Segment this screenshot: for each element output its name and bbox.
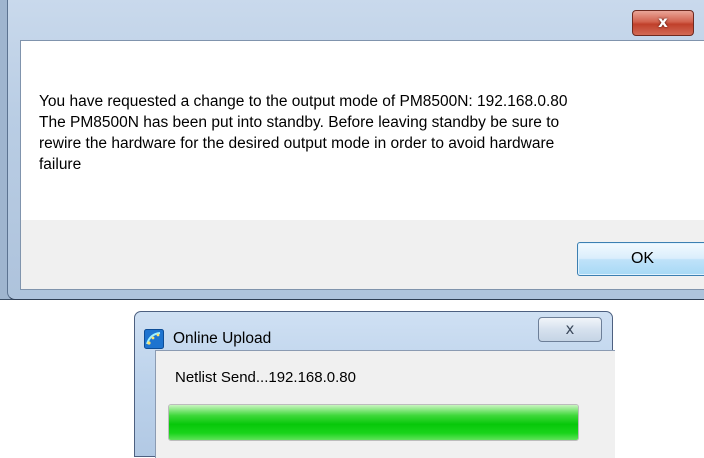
message-line-3: rewire the hardware for the desired outp…: [39, 135, 555, 152]
upload-progress-fill: [169, 405, 578, 440]
dialog-button-bar: OK: [20, 220, 704, 290]
message-line-2: The PM8500N has been put into standby. B…: [39, 114, 560, 131]
dialog-close-button[interactable]: x: [632, 10, 694, 36]
close-icon: x: [658, 13, 668, 31]
app-icon: [144, 329, 164, 349]
upload-window: Online Upload x Netlist Send...192.168.0…: [134, 311, 615, 458]
message-line-4: failure: [39, 156, 82, 173]
close-icon: x: [565, 320, 575, 338]
upload-close-button[interactable]: x: [538, 317, 602, 342]
message-line-1: You have requested a change to the outpu…: [39, 93, 568, 110]
message-area: You have requested a change to the outpu…: [20, 40, 704, 220]
message-dialog: x You have requested a change to the out…: [0, 0, 704, 300]
upload-window-title: Online Upload: [173, 330, 272, 347]
upload-progress-bar: [168, 404, 579, 441]
ok-button[interactable]: OK: [577, 242, 704, 276]
upload-body: Netlist Send...192.168.0.80: [155, 350, 615, 458]
upload-status-text: Netlist Send...192.168.0.80: [175, 369, 356, 386]
